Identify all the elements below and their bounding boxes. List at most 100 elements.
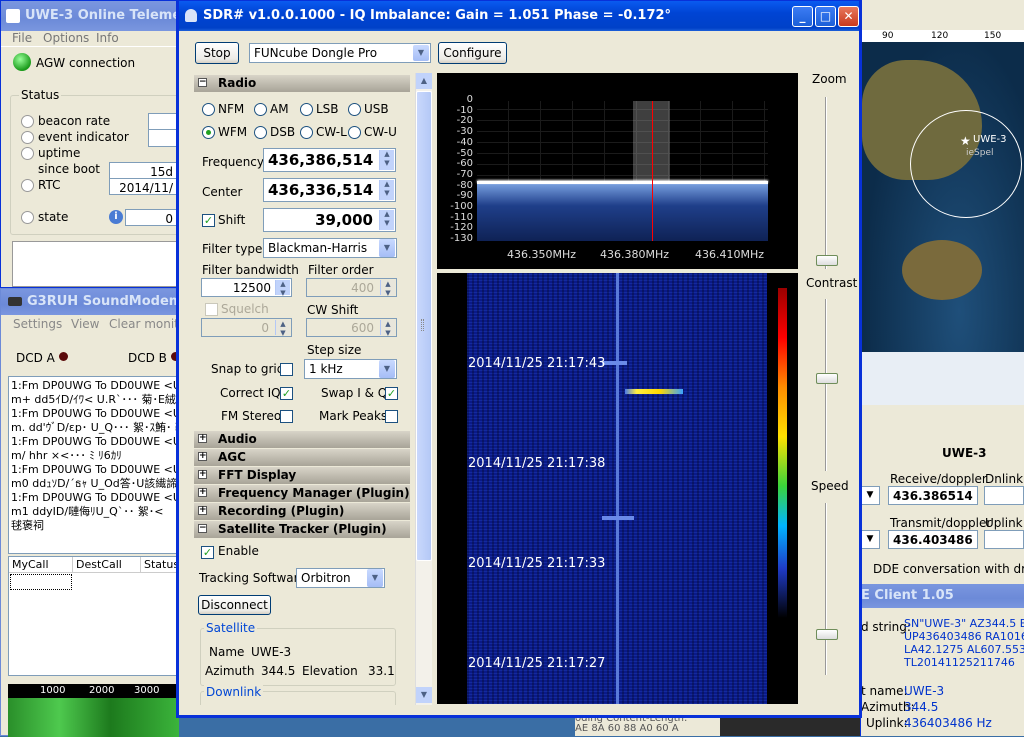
device-select[interactable]: FUNcube Dongle Pro ▼ <box>249 43 431 63</box>
beacon-rate-label: beacon rate <box>38 114 111 128</box>
transmit-field[interactable]: 436.403486 <box>888 530 978 549</box>
waterfall-display[interactable]: 2014/11/25 21:17:43 2014/11/25 21:17:38 … <box>437 273 798 704</box>
scroll-down-arrow[interactable]: ▼ <box>416 687 432 703</box>
radio-uptime[interactable] <box>21 147 34 160</box>
agc-section-header[interactable]: + AGC <box>194 449 410 466</box>
log-line: 1:Fm DP0UWG To DD0UWE <UI <box>11 463 179 476</box>
filter-type-arrow[interactable]: ▼ <box>379 239 395 257</box>
speed-thumb[interactable] <box>816 629 838 640</box>
mode-dsb[interactable] <box>254 126 267 139</box>
sdr-title[interactable]: SDR# v1.0.0.1000 - IQ Imbalance: Gain = … <box>179 1 859 31</box>
sm-menu-settings[interactable]: Settings <box>13 317 62 331</box>
radio-event[interactable] <box>21 131 34 144</box>
spectrum-display[interactable]: 0 -10 -20 -30 -40 -50 -60 -70 -80 -90 -1… <box>437 73 798 269</box>
sat-name-value: UWE-3 <box>251 645 292 659</box>
maximize-button[interactable]: □ <box>815 6 836 27</box>
monitor-log[interactable]: 1:Fm DP0UWG To DD0UWE <UI m+ dd5ｲD/ｲﾜ< U… <box>8 376 179 554</box>
fm-stereo-label: FM Stereo <box>221 409 282 423</box>
scroll-up-arrow[interactable]: ▲ <box>416 73 432 89</box>
menu-options[interactable]: Options <box>43 31 89 45</box>
mode-cwl[interactable] <box>300 126 313 139</box>
map-tick: 120 <box>931 31 949 41</box>
swap-checkbox[interactable]: ✓ <box>385 387 398 400</box>
dnlink-label: Dnlink m <box>985 472 1024 486</box>
orbit-dropdown[interactable]: ▼ <box>860 486 880 505</box>
orbit-dropdown[interactable]: ▼ <box>860 530 880 549</box>
mode-usb-label: USB <box>364 102 389 116</box>
snap-checkbox[interactable] <box>280 363 293 376</box>
configure-button[interactable]: Configure <box>438 42 507 64</box>
elevation-label: Elevation <box>302 664 358 678</box>
table-row[interactable] <box>10 574 72 590</box>
shift-input[interactable]: 39,000 ▲ ▼ <box>263 208 396 232</box>
audio-waterfall <box>8 698 179 737</box>
dnlink-field[interactable] <box>984 486 1024 505</box>
disconnect-button[interactable]: Disconnect <box>198 595 271 615</box>
splitter-grip[interactable] <box>421 319 424 331</box>
fft-section-header[interactable]: + FFT Display <box>194 467 410 484</box>
minimize-button[interactable]: _ <box>792 6 813 27</box>
azimuth-value: 344.5 <box>904 700 939 714</box>
scroll-thumb[interactable] <box>416 91 432 561</box>
col-mycall[interactable]: MyCall <box>9 557 73 573</box>
uwe-title[interactable]: UWE-3 Online Telemet <box>1 1 177 31</box>
tuning-marker <box>652 101 653 241</box>
radio-rtc[interactable] <box>21 179 34 192</box>
sattrack-section-header[interactable]: − Satellite Tracker (Plugin) <box>194 521 410 538</box>
uplink-field[interactable] <box>984 530 1024 549</box>
zoom-thumb[interactable] <box>816 255 838 266</box>
correct-iq-checkbox[interactable]: ✓ <box>280 387 293 400</box>
menu-file[interactable]: File <box>12 31 32 45</box>
mode-am[interactable] <box>254 103 267 116</box>
dde-client-title[interactable]: E Client 1.05 <box>861 584 1024 608</box>
uwe-menubar: File Options Info <box>1 31 179 47</box>
audio-section-header[interactable]: + Audio <box>194 431 410 448</box>
shift-checkbox[interactable]: ✓ <box>202 214 215 227</box>
mark-peaks-checkbox[interactable] <box>385 410 398 423</box>
contrast-thumb[interactable] <box>816 373 838 384</box>
menu-info[interactable]: Info <box>96 31 119 45</box>
shift-value: 39,000 <box>315 211 373 229</box>
filter-bw-input[interactable]: 12500 ▲ ▼ <box>201 278 292 297</box>
world-map: ★ UWE-3 ieSpel <box>862 30 1024 405</box>
rtc-label: RTC <box>38 178 61 192</box>
receive-field[interactable]: 436.386514 <box>888 486 978 505</box>
state-field: 0 <box>125 209 178 226</box>
mode-cwu[interactable] <box>348 126 361 139</box>
col-destcall[interactable]: DestCall <box>73 557 141 573</box>
ruler-tick: 3000 <box>134 685 160 696</box>
dcd-a-led-icon <box>59 352 68 361</box>
filter-type-select[interactable]: Blackman-Harris <box>263 238 397 258</box>
zoom-label: Zoom <box>812 72 847 86</box>
fm-stereo-checkbox[interactable] <box>280 410 293 423</box>
mode-nfm[interactable] <box>202 103 215 116</box>
tracking-software-arrow[interactable]: ▼ <box>367 569 383 587</box>
close-button[interactable]: ✕ <box>838 6 859 27</box>
receive-label: Receive/doppler <box>890 472 987 486</box>
enable-checkbox[interactable]: ✓ <box>201 546 214 559</box>
mode-usb[interactable] <box>348 103 361 116</box>
step-size-arrow[interactable]: ▼ <box>379 360 395 378</box>
recording-section-header[interactable]: + Recording (Plugin) <box>194 503 410 520</box>
waterfall-burst <box>602 361 627 365</box>
radio-beacon[interactable] <box>21 115 34 128</box>
radio-state[interactable] <box>21 211 34 224</box>
bottom-line: AE 8A 60 88 A0 60 A <box>575 723 679 734</box>
stop-button[interactable]: Stop <box>195 42 239 64</box>
spectrum-db-axis: 0 -10 -20 -30 -40 -50 -60 -70 -80 -90 -1… <box>437 94 473 245</box>
frequency-input[interactable]: 436,386,514 ▲ ▼ <box>263 148 396 172</box>
radio-section-header[interactable]: − Radio <box>194 75 410 92</box>
soundmodem-title[interactable]: G3RUH SoundModem b <box>1 289 177 315</box>
panel-scrollbar[interactable]: ▲ ▼ <box>415 73 432 705</box>
freqmgr-section-header[interactable]: + Frequency Manager (Plugin) <box>194 485 410 502</box>
mode-wfm[interactable] <box>202 126 215 139</box>
sm-menu-view[interactable]: View <box>71 317 99 331</box>
mode-lsb[interactable] <box>300 103 313 116</box>
waterfall-burst <box>625 389 683 394</box>
soundmodem-window: G3RUH SoundModem b Settings View Clear m… <box>0 288 191 737</box>
tname-value: UWE-3 <box>904 684 945 698</box>
freq-tick: 436.380MHz <box>600 248 670 261</box>
col-status[interactable]: Status <box>141 557 180 573</box>
center-input[interactable]: 436,336,514 ▲ ▼ <box>263 178 396 202</box>
map-sat-label2: ieSpel <box>966 148 994 158</box>
